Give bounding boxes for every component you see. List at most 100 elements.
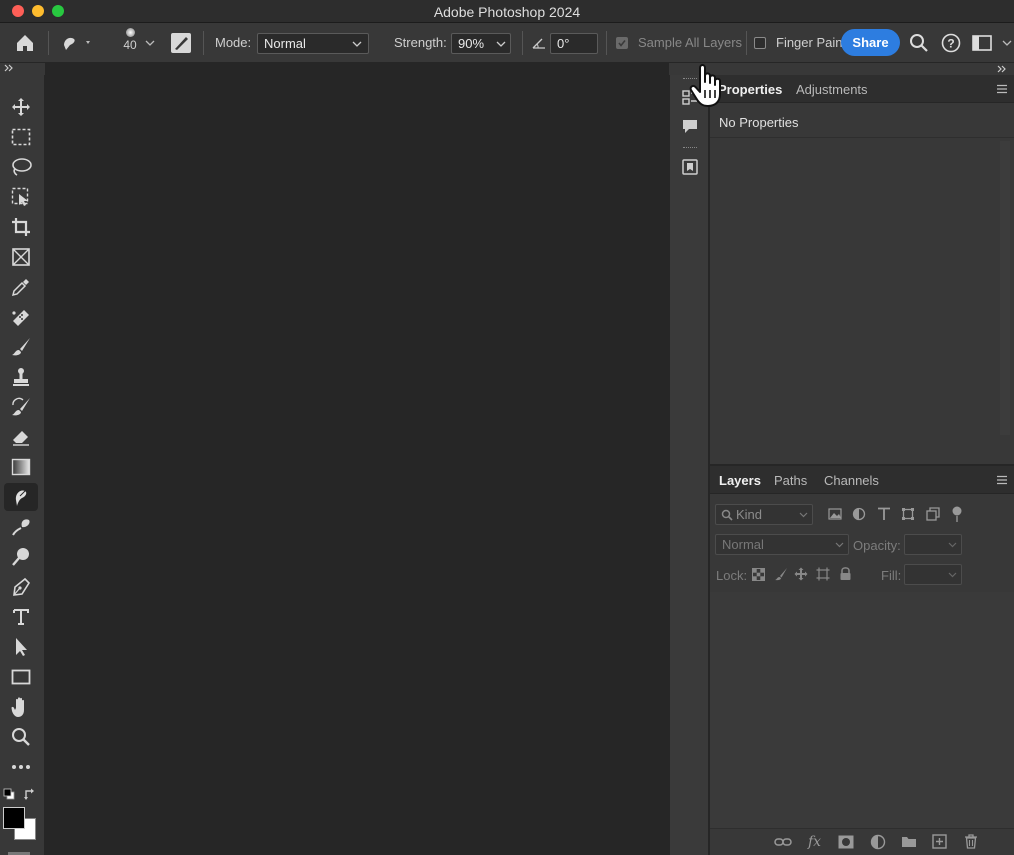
chevron-down-icon bbox=[948, 542, 957, 548]
history-brush-tool[interactable] bbox=[4, 393, 38, 421]
tab-paths[interactable]: Paths bbox=[774, 473, 807, 488]
mode-value: Normal bbox=[264, 36, 306, 51]
search-icon[interactable] bbox=[909, 33, 929, 53]
crop-tool[interactable] bbox=[4, 213, 38, 241]
share-button[interactable]: Share bbox=[841, 29, 900, 56]
hand-tool[interactable] bbox=[4, 693, 38, 721]
brush-settings-icon[interactable] bbox=[170, 32, 192, 54]
fx-icon[interactable]: fx bbox=[808, 834, 821, 850]
strength-label: Strength: bbox=[394, 35, 447, 50]
new-layer-icon[interactable] bbox=[932, 834, 947, 849]
layers-panel: Layers Paths Channels Kind Normal Opacit… bbox=[710, 466, 1014, 855]
workspace-icon[interactable] bbox=[972, 35, 992, 51]
chevron-down-icon[interactable] bbox=[145, 40, 155, 46]
home-icon[interactable] bbox=[14, 32, 36, 54]
zoom-tool[interactable] bbox=[4, 723, 38, 751]
dock-grip[interactable] bbox=[683, 147, 697, 149]
eyedropper-tool[interactable] bbox=[4, 273, 38, 301]
document-canvas-area[interactable] bbox=[45, 63, 669, 855]
type-filter-icon[interactable] bbox=[877, 507, 891, 521]
libraries-panel-icon[interactable] bbox=[679, 156, 701, 178]
adjustment-filter-icon[interactable] bbox=[852, 507, 866, 521]
sample-all-layers-checkbox[interactable] bbox=[616, 37, 628, 49]
collapse-panels-icon[interactable] bbox=[997, 64, 1007, 74]
object-selection-tool[interactable] bbox=[4, 183, 38, 211]
brush-tool[interactable] bbox=[4, 333, 38, 361]
object-selection-icon bbox=[11, 187, 29, 206]
lasso-tool[interactable] bbox=[4, 153, 38, 181]
gradient-tool[interactable] bbox=[4, 453, 38, 481]
lock-image-pixels-icon[interactable] bbox=[774, 567, 788, 581]
tab-channels[interactable]: Channels bbox=[824, 473, 879, 488]
smart-object-filter-icon[interactable] bbox=[926, 507, 940, 521]
expand-toolbar-icon[interactable] bbox=[4, 63, 14, 73]
link-layers-icon[interactable] bbox=[774, 837, 792, 847]
options-bar: 40 Mode: Normal Strength: 90% 0° Sample … bbox=[0, 23, 1014, 63]
pen-tool[interactable] bbox=[4, 573, 38, 601]
comments-panel-icon[interactable] bbox=[679, 115, 701, 137]
more-icon bbox=[12, 765, 30, 769]
tab-layers[interactable]: Layers bbox=[719, 473, 761, 488]
properties-panel: Properties Adjustments No Properties bbox=[710, 75, 1014, 464]
opacity-label: Opacity: bbox=[853, 538, 901, 553]
path-selection-tool[interactable] bbox=[4, 633, 38, 661]
angle-input[interactable]: 0° bbox=[550, 33, 598, 54]
title-bar: Adobe Photoshop 2024 bbox=[0, 0, 1014, 23]
layer-list[interactable] bbox=[710, 592, 1014, 828]
fill-label: Fill: bbox=[881, 568, 902, 583]
move-tool[interactable] bbox=[4, 93, 38, 121]
swap-colors-icon[interactable] bbox=[23, 787, 37, 801]
brush-size-value: 40 bbox=[123, 38, 137, 52]
edit-toolbar-button[interactable] bbox=[4, 753, 38, 781]
strength-input[interactable]: 90% bbox=[451, 33, 511, 54]
history-brush-icon bbox=[12, 397, 30, 416]
filter-toggle-icon[interactable] bbox=[952, 506, 962, 524]
properties-tab-bar: Properties Adjustments bbox=[710, 75, 1014, 103]
shape-filter-icon[interactable] bbox=[901, 507, 915, 521]
frame-tool[interactable] bbox=[4, 243, 38, 271]
opacity-input[interactable] bbox=[904, 534, 962, 555]
layers-footer: fx bbox=[710, 828, 1014, 855]
dodge-tool[interactable] bbox=[4, 513, 38, 541]
blend-mode-dropdown[interactable]: Normal bbox=[715, 534, 849, 555]
smudge-preset-icon[interactable] bbox=[60, 33, 92, 53]
chevron-down-icon bbox=[835, 542, 844, 548]
fill-input[interactable] bbox=[904, 564, 962, 585]
chevron-down-icon[interactable] bbox=[1002, 40, 1012, 46]
type-tool[interactable] bbox=[4, 603, 38, 631]
properties-scrollbar[interactable] bbox=[1000, 141, 1010, 435]
lock-transparent-pixels-icon[interactable] bbox=[752, 568, 765, 581]
panel-menu-icon[interactable] bbox=[996, 84, 1008, 94]
add-mask-icon[interactable] bbox=[838, 835, 854, 849]
rectangle-tool[interactable] bbox=[4, 663, 38, 691]
panel-menu-icon[interactable] bbox=[996, 475, 1008, 485]
new-adjustment-layer-icon[interactable] bbox=[870, 834, 886, 850]
spot-healing-tool[interactable] bbox=[4, 303, 38, 331]
rectangular-marquee-tool[interactable] bbox=[4, 123, 38, 151]
layer-filter-dropdown[interactable]: Kind bbox=[715, 504, 813, 525]
mode-dropdown[interactable]: Normal bbox=[257, 33, 369, 54]
image-filter-icon[interactable] bbox=[828, 508, 842, 520]
delete-layer-icon[interactable] bbox=[964, 834, 978, 849]
finger-paint-checkbox[interactable] bbox=[754, 37, 766, 49]
lock-artboard-icon[interactable] bbox=[816, 567, 830, 581]
layer-filter-value: Kind bbox=[736, 507, 763, 522]
lock-position-icon[interactable] bbox=[794, 567, 808, 581]
new-group-icon[interactable] bbox=[901, 835, 917, 848]
smudge-tool[interactable] bbox=[4, 483, 38, 511]
tab-properties[interactable]: Properties bbox=[718, 82, 782, 97]
dodge-burn-tool[interactable] bbox=[4, 543, 38, 571]
frame-icon bbox=[12, 248, 30, 266]
eraser-tool[interactable] bbox=[4, 423, 38, 451]
sample-all-layers-label: Sample All Layers bbox=[638, 35, 743, 50]
lock-all-icon[interactable] bbox=[839, 566, 852, 581]
tab-adjustments[interactable]: Adjustments bbox=[796, 82, 868, 97]
hand-icon bbox=[11, 697, 24, 717]
clone-stamp-tool[interactable] bbox=[4, 363, 38, 391]
help-icon[interactable]: ? bbox=[941, 33, 961, 53]
brush-size-picker[interactable]: 40 bbox=[118, 28, 142, 52]
default-colors-icon[interactable] bbox=[3, 788, 15, 800]
foreground-color-swatch[interactable] bbox=[3, 807, 25, 829]
dodge-icon bbox=[12, 519, 30, 536]
stamp-icon bbox=[13, 368, 29, 386]
